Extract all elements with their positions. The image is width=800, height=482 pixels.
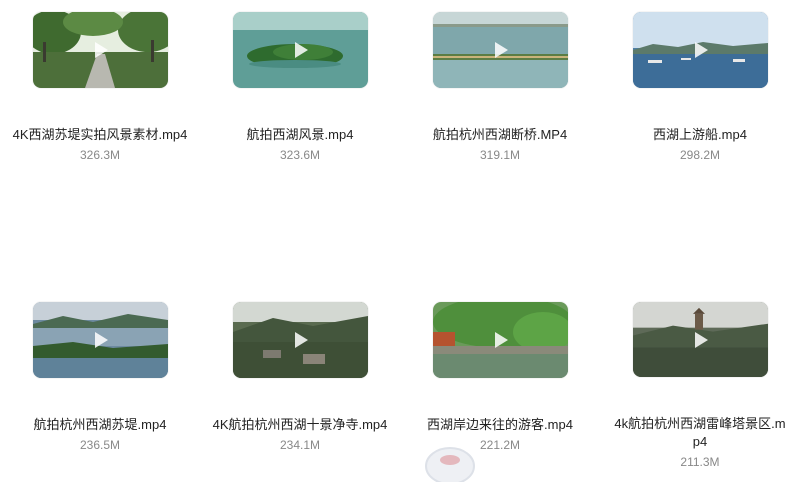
video-thumbnail[interactable] <box>32 302 168 378</box>
video-item[interactable]: 航拍杭州西湖断桥.MP4 319.1M <box>400 0 600 290</box>
video-thumbnail[interactable] <box>232 12 368 88</box>
video-thumbnail[interactable] <box>32 12 168 88</box>
play-icon <box>95 42 108 58</box>
play-icon <box>695 331 708 348</box>
video-item[interactable]: 4k航拍杭州西湖雷峰塔景区.mp4 211.3M <box>600 290 800 470</box>
video-size: 298.2M <box>679 148 721 162</box>
watermark-logo <box>425 447 475 482</box>
video-item[interactable]: 航拍西湖风景.mp4 323.6M <box>200 0 400 290</box>
video-thumbnail[interactable] <box>232 302 368 378</box>
video-thumbnail[interactable] <box>632 302 768 377</box>
video-name[interactable]: 4K西湖苏堤实拍风景素材.mp4 <box>11 126 189 144</box>
video-name[interactable]: 4k航拍杭州西湖雷峰塔景区.mp4 <box>611 415 789 451</box>
video-name[interactable]: 航拍杭州西湖断桥.MP4 <box>411 126 589 144</box>
video-size: 319.1M <box>479 148 521 162</box>
video-size: 234.1M <box>279 438 321 452</box>
video-name[interactable]: 4K航拍杭州西湖十景净寺.mp4 <box>211 416 389 434</box>
video-item[interactable]: 4K西湖苏堤实拍风景素材.mp4 326.3M <box>0 0 200 290</box>
video-thumbnail[interactable] <box>432 302 568 378</box>
video-size: 326.3M <box>79 148 121 162</box>
video-item[interactable]: 西湖上游船.mp4 298.2M <box>600 0 800 290</box>
play-icon <box>695 42 708 58</box>
play-icon <box>95 332 108 348</box>
video-grid: 4K西湖苏堤实拍风景素材.mp4 326.3M 航拍西湖风景.mp4 323.6… <box>0 0 800 470</box>
video-size: 221.2M <box>479 438 521 452</box>
video-size: 323.6M <box>279 148 321 162</box>
play-icon <box>295 332 308 348</box>
play-icon <box>295 42 308 58</box>
video-name[interactable]: 航拍西湖风景.mp4 <box>211 126 389 144</box>
video-name[interactable]: 西湖上游船.mp4 <box>611 126 789 144</box>
video-item[interactable]: 航拍杭州西湖苏堤.mp4 236.5M <box>0 290 200 470</box>
video-thumbnail[interactable] <box>632 12 768 88</box>
video-item[interactable]: 4K航拍杭州西湖十景净寺.mp4 234.1M <box>200 290 400 470</box>
play-icon <box>495 42 508 58</box>
video-name[interactable]: 航拍杭州西湖苏堤.mp4 <box>11 416 189 434</box>
video-size: 211.3M <box>680 455 720 469</box>
play-icon <box>495 332 508 348</box>
video-thumbnail[interactable] <box>432 12 568 88</box>
video-name[interactable]: 西湖岸边来往的游客.mp4 <box>411 416 589 434</box>
video-size: 236.5M <box>79 438 121 452</box>
